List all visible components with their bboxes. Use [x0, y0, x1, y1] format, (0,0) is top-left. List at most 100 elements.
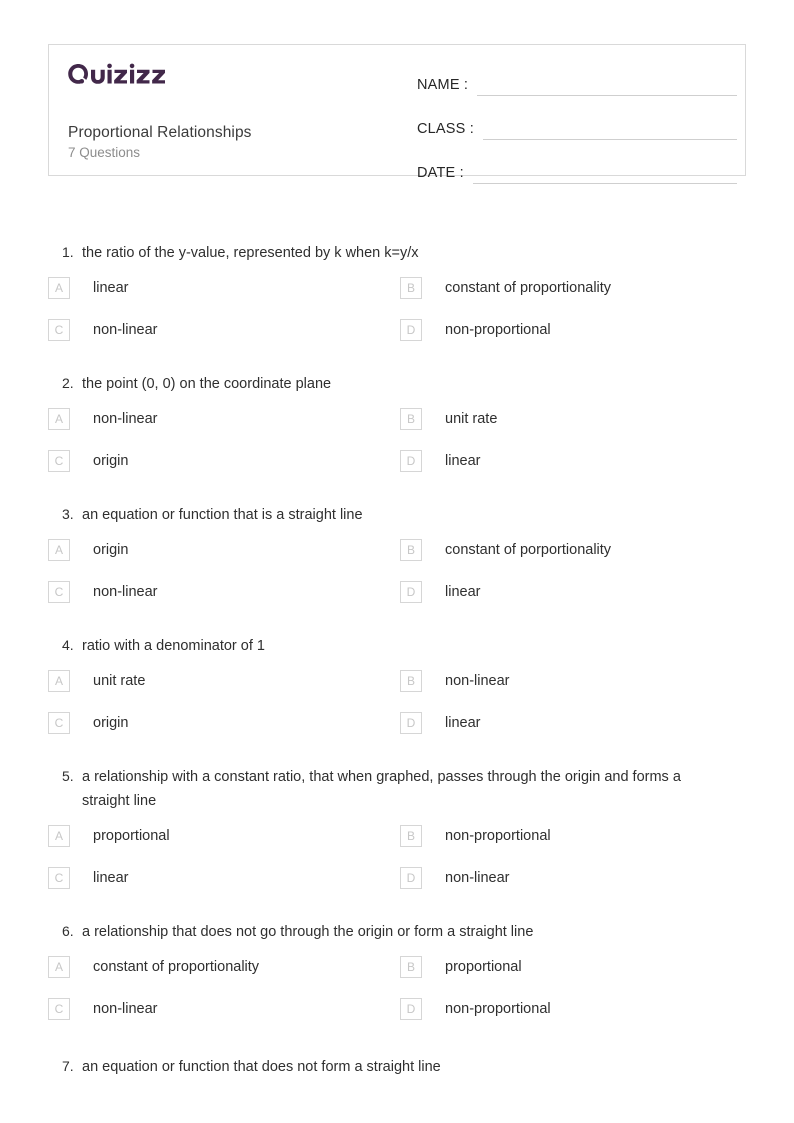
option-b[interactable]: B constant of proportionality	[400, 277, 748, 299]
question-text: a relationship with a constant ratio, th…	[82, 769, 681, 809]
option-label: non-proportional	[445, 322, 551, 338]
option-label: constant of proportionality	[445, 280, 612, 296]
option-d[interactable]: D linear	[400, 450, 748, 472]
option-label: constant of porportionality	[445, 542, 612, 558]
option-label: proportional	[445, 959, 522, 975]
question-number: 5.	[62, 768, 74, 784]
option-letter-box: B	[400, 670, 422, 692]
question-text: an equation or function that does not fo…	[82, 1059, 441, 1075]
option-label: non-proportional	[445, 1001, 551, 1017]
date-field-label: DATE :	[417, 165, 464, 181]
option-b[interactable]: B non-linear	[400, 670, 748, 692]
option-c[interactable]: C non-linear	[48, 581, 400, 603]
name-field-label: NAME :	[417, 77, 469, 93]
question-number: 2.	[62, 375, 74, 391]
question-header: 2. the point (0, 0) on the coordinate pl…	[48, 363, 748, 396]
question-number: 1.	[62, 244, 74, 260]
worksheet-title: Proportional Relationships	[68, 124, 252, 141]
question-block: 3. an equation or function that is a str…	[48, 494, 748, 603]
option-a[interactable]: A proportional	[48, 825, 400, 847]
option-grid: A constant of proportionality B proporti…	[48, 956, 748, 1020]
option-a[interactable]: A linear	[48, 277, 400, 299]
option-d[interactable]: D non-linear	[400, 867, 748, 889]
option-grid: A proportional B non-proportional C line…	[48, 825, 748, 889]
option-b[interactable]: B constant of porportionality	[400, 539, 748, 561]
option-a[interactable]: A constant of proportionality	[48, 956, 400, 978]
option-letter-box: C	[48, 998, 70, 1020]
option-label: non-linear	[93, 322, 158, 338]
question-count-label: 7 Questions	[68, 145, 141, 160]
question-header: 5. a relationship with a constant ratio,…	[48, 756, 748, 813]
option-letter-box: B	[400, 539, 422, 561]
option-c[interactable]: C origin	[48, 450, 400, 472]
option-label: origin	[93, 542, 129, 558]
option-letter-box: A	[48, 956, 70, 978]
option-letter-box: B	[400, 825, 422, 847]
option-b[interactable]: B unit rate	[400, 408, 748, 430]
question-number: 4.	[62, 637, 74, 653]
option-grid: A linear B constant of proportionality C…	[48, 277, 748, 341]
question-text: the ratio of the y-value, represented by…	[82, 245, 419, 261]
option-label: non-linear	[93, 584, 158, 600]
option-d[interactable]: D linear	[400, 712, 748, 734]
option-grid: A non-linear B unit rate C origin D line…	[48, 408, 748, 472]
option-letter-box: A	[48, 670, 70, 692]
question-header: 6. a relationship that does not go throu…	[48, 911, 748, 944]
option-b[interactable]: B proportional	[400, 956, 748, 978]
worksheet-header-card: Proportional Relationships 7 Questions N…	[48, 44, 746, 184]
class-field-label: CLASS :	[417, 121, 475, 137]
question-block: 5. a relationship with a constant ratio,…	[48, 756, 748, 889]
option-c[interactable]: C non-linear	[48, 998, 400, 1020]
header-left-section: Proportional Relationships 7 Questions	[59, 45, 409, 175]
option-a[interactable]: A origin	[48, 539, 400, 561]
question-number: 7.	[62, 1058, 74, 1074]
option-letter-box: B	[400, 408, 422, 430]
question-header: 4. ratio with a denominator of 1	[48, 625, 748, 658]
option-label: linear	[93, 870, 129, 886]
question-text: a relationship that does not go through …	[82, 924, 534, 940]
option-letter-box: A	[48, 825, 70, 847]
option-letter-box: C	[48, 450, 70, 472]
question-number: 3.	[62, 506, 74, 522]
option-label: origin	[93, 453, 129, 469]
option-a[interactable]: A unit rate	[48, 670, 400, 692]
question-block: 4. ratio with a denominator of 1 A unit …	[48, 625, 748, 734]
option-letter-box: D	[400, 319, 422, 341]
option-b[interactable]: B non-proportional	[400, 825, 748, 847]
class-field-input[interactable]	[483, 117, 737, 140]
option-label: non-linear	[445, 673, 510, 689]
option-label: unit rate	[93, 673, 146, 689]
option-c[interactable]: C non-linear	[48, 319, 400, 341]
option-d[interactable]: D non-proportional	[400, 998, 748, 1020]
option-label: non-linear	[93, 411, 158, 427]
option-letter-box: D	[400, 450, 422, 472]
option-label: origin	[93, 715, 129, 731]
option-c[interactable]: C linear	[48, 867, 400, 889]
question-block: 2. the point (0, 0) on the coordinate pl…	[48, 363, 748, 472]
option-letter-box: D	[400, 998, 422, 1020]
option-letter-box: D	[400, 867, 422, 889]
question-header: 7. an equation or function that does not…	[48, 1046, 748, 1079]
class-field-row: CLASS :	[417, 107, 737, 140]
question-list: 1. the ratio of the y-value, represented…	[48, 232, 748, 1079]
option-d[interactable]: D linear	[400, 581, 748, 603]
name-field-row: NAME :	[417, 63, 737, 96]
option-label: non-linear	[93, 1001, 158, 1017]
option-letter-box: C	[48, 867, 70, 889]
date-field-row: DATE :	[417, 151, 737, 184]
question-header: 1. the ratio of the y-value, represented…	[48, 232, 748, 265]
option-letter-box: D	[400, 581, 422, 603]
option-letter-box: C	[48, 581, 70, 603]
option-d[interactable]: D non-proportional	[400, 319, 748, 341]
option-a[interactable]: A non-linear	[48, 408, 400, 430]
option-c[interactable]: C origin	[48, 712, 400, 734]
date-field-input[interactable]	[472, 161, 737, 184]
option-letter-box: B	[400, 277, 422, 299]
option-label: non-proportional	[445, 828, 551, 844]
option-label: linear	[445, 584, 481, 600]
question-text: ratio with a denominator of 1	[82, 638, 265, 654]
name-field-input[interactable]	[477, 73, 737, 96]
option-letter-box: B	[400, 956, 422, 978]
